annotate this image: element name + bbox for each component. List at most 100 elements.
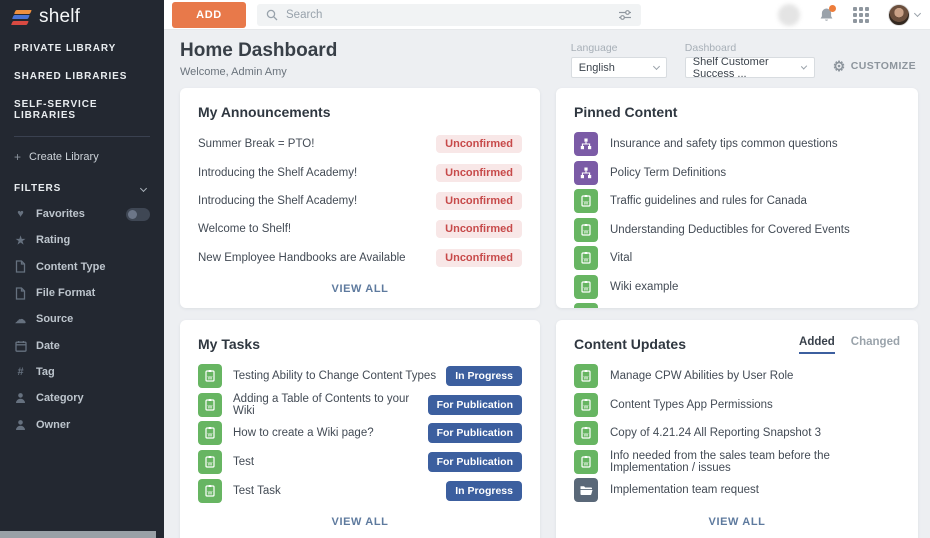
svg-text:w: w [583,200,589,207]
unconfirmed-badge[interactable]: Unconfirmed [436,135,522,154]
content-update-title: Copy of 4.21.24 All Reporting Snapshot 3 [610,427,821,440]
announcement-row[interactable]: Summer Break = PTO! Unconfirmed [198,130,522,158]
filter-item-source[interactable]: ☁ Source [0,306,164,332]
chevron-down-icon [652,62,660,71]
panel-title: Pinned Content [574,104,678,120]
language-select[interactable]: English [570,57,667,78]
folder-icon [574,478,598,503]
search-box[interactable] [257,3,641,26]
wiki-icon: w [574,303,598,308]
filters-header[interactable]: FILTERS [0,173,164,201]
chevron-down-icon [913,9,922,18]
task-left: w Testing Ability to Change Content Types [198,364,446,389]
task-left: w Test [198,450,428,475]
sitemap-icon [574,132,598,157]
task-title: How to create a Wiki page? [233,427,374,440]
filter-item-date[interactable]: Date [0,332,164,358]
obscured-help-icon[interactable] [778,3,800,26]
wiki-icon: w [198,392,222,417]
pinned-content-row[interactable]: w Vital [574,244,900,273]
content-update-row[interactable]: w Info needed from the sales team before … [574,448,900,477]
announcement-row[interactable]: New Employee Handbooks are Available Unco… [198,244,522,272]
user-icon [14,419,27,431]
apps-grid-icon[interactable] [853,6,869,23]
filter-item-file-format[interactable]: File Format [0,280,164,306]
dashboard-label: Dashboard [684,42,737,54]
dashboard-control: Dashboard Shelf Customer Success ... [684,42,815,80]
tab-added[interactable]: Added [799,336,835,354]
file-icon [14,260,27,273]
unconfirmed-badge[interactable]: Unconfirmed [436,220,522,239]
dashboard-select[interactable]: Shelf Customer Success ... [684,56,815,80]
chevron-down-icon [801,63,808,70]
filter-item-label: Rating [36,234,71,247]
task-row[interactable]: w Test Task In Progress [198,476,522,505]
task-status-badge[interactable]: In Progress [446,366,522,387]
pinned-content-row[interactable]: w Traffic guidelines and rules for Canada [574,187,900,216]
wiki-icon: w [574,449,598,474]
task-status-badge[interactable]: For Publication [427,452,522,473]
task-status-badge[interactable]: For Publication [427,423,522,444]
task-left: w Adding a Table of Contents to your Wiki [198,392,428,417]
filter-item-rating[interactable]: ★ Rating [0,227,164,253]
filter-item-label: Owner [36,418,71,431]
task-status-badge[interactable]: For Publication [427,394,522,415]
pinned-content-row[interactable]: Policy Term Definitions [574,159,900,188]
wiki-icon: w [198,450,222,475]
user-menu[interactable] [888,3,922,26]
shelf-logo-icon [11,9,32,25]
pinned-content-row[interactable]: w Wiki example [574,273,900,302]
task-row[interactable]: w How to create a Wiki page? For Publicati… [198,419,522,448]
filter-item-content-type[interactable]: Content Type [0,254,164,280]
filter-item-label: Category [36,392,84,405]
star-icon: ★ [15,234,26,247]
sidebar-horizontal-scrollbar[interactable] [0,531,156,538]
search-input[interactable] [286,8,610,21]
announcement-title: Summer Break = PTO! [198,138,315,151]
announcement-row[interactable]: Introducing the Shelf Academy! Unconfirme… [198,187,522,215]
create-library-button[interactable]: + Create Library [0,142,164,173]
sidebar-item-shared-libraries[interactable]: SHARED LIBRARIES [0,62,164,90]
shelf-logo[interactable]: shelf [0,0,164,34]
announcement-row[interactable]: Welcome to Shelf! Unconfirmed [198,215,522,243]
add-button[interactable]: ADD [172,1,246,28]
panel-title: My Announcements [198,104,331,120]
customize-button[interactable]: ⚙ CUSTOMIZE [833,59,916,73]
content-update-row[interactable]: w Copy of 4.21.24 All Reporting Snapshot … [574,419,900,448]
announcements-view-all-link[interactable]: VIEW ALL [198,283,522,295]
tasks-view-all-link[interactable]: VIEW ALL [198,516,522,528]
pinned-content-row[interactable]: w Understanding Deductibles for Covered E… [574,216,900,245]
favorites-toggle[interactable] [126,207,150,221]
pinned-content-row[interactable]: w [574,301,900,308]
announcement-row[interactable]: Introducing the Shelf Academy! Unconfirme… [198,158,522,186]
task-row[interactable]: w Test For Publication [198,448,522,477]
task-row[interactable]: w Adding a Table of Contents to your Wiki… [198,391,522,420]
search-filter-sliders-icon[interactable] [618,9,632,21]
task-left: w How to create a Wiki page? [198,421,428,446]
content-update-row[interactable]: w Content Types App Permissions [574,391,900,420]
sidebar-item-self-service-libraries[interactable]: SELF-SERVICE LIBRARIES [0,90,164,129]
pinned-content-row[interactable]: Insurance and safety tips common questio… [574,130,900,159]
filter-item-label: Source [36,313,74,326]
task-status-badge[interactable]: In Progress [446,480,522,501]
sidebar-item-private-library[interactable]: PRIVATE LIBRARY [0,34,164,62]
announcement-title: Introducing the Shelf Academy! [198,166,358,179]
task-left: w Test Task [198,478,446,503]
unconfirmed-badge[interactable]: Unconfirmed [436,163,522,182]
panel-title: My Tasks [198,336,260,352]
unconfirmed-badge[interactable]: Unconfirmed [436,191,522,210]
pinned-content-title: Traffic guidelines and rules for Canada [610,195,807,208]
filter-item-owner[interactable]: Owner [0,411,164,437]
notifications-bell-icon[interactable] [819,4,836,23]
task-row[interactable]: w Testing Ability to Change Content Types… [198,362,522,391]
tab-changed[interactable]: Changed [851,336,900,354]
filter-item-category[interactable]: Category [0,385,164,411]
filter-item-favorites[interactable]: ♥ Favorites [0,201,164,227]
top-header: ADD [164,0,930,30]
content-update-row[interactable]: Implementation team request [574,476,900,505]
pinned-content-title: Insurance and safety tips common questio… [610,138,838,151]
unconfirmed-badge[interactable]: Unconfirmed [436,248,522,267]
updates-view-all-link[interactable]: VIEW ALL [574,516,900,528]
filter-item-tag[interactable]: # Tag [0,359,164,385]
content-update-row[interactable]: w Manage CPW Abilities by User Role [574,362,900,391]
